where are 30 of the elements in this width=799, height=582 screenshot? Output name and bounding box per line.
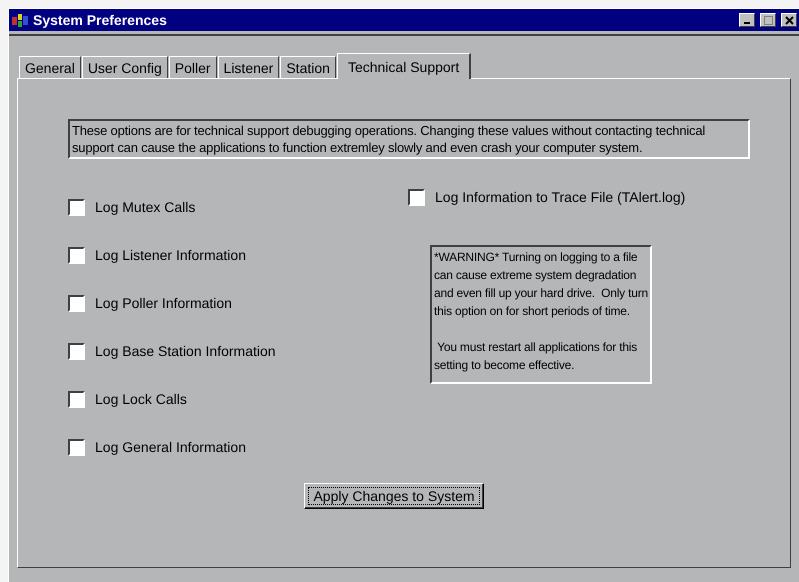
tab[interactable]: Listener [218, 56, 280, 78]
window-title: System Preferences [33, 12, 168, 28]
close-button[interactable] [781, 13, 797, 27]
minimize-button[interactable] [739, 13, 755, 27]
checkbox[interactable] [408, 188, 425, 206]
tab[interactable]: Poller [168, 56, 217, 78]
tab[interactable]: Station [280, 56, 336, 78]
apply-button[interactable]: Apply Changes to System [304, 483, 484, 509]
tab[interactable]: Technical Support [336, 53, 472, 79]
maximize-icon [764, 16, 772, 24]
notice-text: These options are for technical support debugging operations. Changing these values without contacting technical support can cause the applications to function extremley slowly and even crash your computer system. [68, 119, 750, 159]
checkbox[interactable] [68, 246, 85, 264]
checkbox-label: Log Mutex Calls [95, 199, 196, 215]
checkbox[interactable] [68, 438, 85, 456]
checkbox-label: Log Lock Calls [95, 391, 187, 407]
checkbox-label: Log Poller Information [95, 295, 232, 311]
checkbox-label: Log Information to Trace File (TAlert.log) [435, 189, 686, 205]
app-icon [11, 12, 29, 28]
checkbox-label: Log Listener Information [95, 247, 246, 263]
close-icon [784, 16, 794, 24]
checkbox[interactable] [68, 198, 85, 216]
tab[interactable]: User Config [82, 56, 168, 78]
checkbox-label: Log Base Station Information [95, 343, 276, 359]
checkbox[interactable] [68, 342, 85, 360]
checkbox[interactable] [68, 390, 85, 408]
tab[interactable]: General [19, 56, 81, 78]
checkbox[interactable] [68, 294, 85, 312]
checkbox-label: Log General Information [95, 439, 246, 455]
warning-text: *WARNING* Turning on logging to a file can cause extreme system degradation and even fill up your hard drive. Only turn this option on for short periods of time. You must restart all applications for this setting to become effective. [430, 245, 652, 384]
maximize-button[interactable] [760, 13, 776, 27]
